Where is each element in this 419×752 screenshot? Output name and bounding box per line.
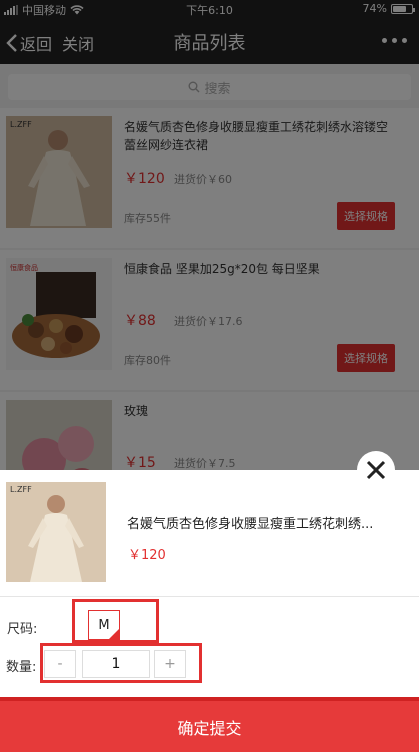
close-icon	[366, 460, 386, 480]
sheet-product-image: L.ZFF	[6, 482, 106, 582]
size-label: 尺码:	[7, 622, 38, 637]
quantity-label: 数量:	[6, 660, 37, 675]
image-brand: L.ZFF	[10, 485, 32, 494]
submit-button[interactable]: 确定提交	[0, 697, 419, 752]
sheet-product-price: ￥120	[128, 548, 166, 563]
highlight-box-quantity	[40, 643, 202, 683]
highlight-box-size	[72, 599, 159, 643]
divider	[0, 596, 419, 597]
close-sheet-button[interactable]	[357, 451, 395, 489]
sheet-product-name: 名媛气质杏色修身收腰显瘦重工绣花刺绣...	[127, 517, 374, 532]
